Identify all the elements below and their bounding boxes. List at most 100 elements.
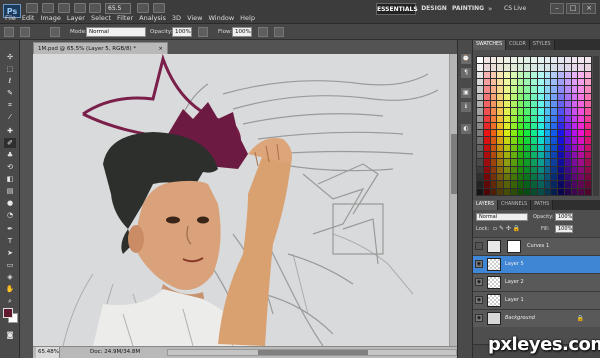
swatch-cell[interactable] — [490, 188, 497, 195]
marquee-tool-icon[interactable]: ⬚ — [4, 64, 16, 74]
swatch-cell[interactable] — [564, 174, 571, 181]
swatch-cell[interactable] — [544, 93, 551, 100]
menu-window[interactable]: Window — [209, 14, 235, 22]
swatch-cell[interactable] — [477, 78, 483, 86]
quick-mask-icon[interactable]: ◙ — [4, 330, 16, 340]
swatch-cell[interactable] — [531, 159, 537, 166]
swatch-cell[interactable] — [585, 86, 591, 93]
swatch-cell[interactable] — [551, 137, 558, 144]
swatch-cell[interactable] — [551, 93, 558, 100]
tab-styles[interactable]: STYLES — [529, 40, 555, 50]
document-canvas[interactable] — [33, 54, 449, 346]
swatch-cell[interactable] — [490, 122, 497, 130]
opacity-field[interactable]: 100% — [172, 27, 192, 37]
swatch-cell[interactable] — [578, 57, 585, 64]
swatch-cell[interactable] — [585, 144, 591, 152]
tab-color[interactable]: COLOR — [506, 40, 530, 50]
swatch-cell[interactable] — [497, 181, 504, 188]
brush-tool-icon[interactable] — [4, 27, 14, 37]
tab-paths[interactable]: PATHS — [531, 200, 554, 210]
swatch-cell[interactable] — [544, 78, 551, 86]
layer-row-layer-1[interactable]: ◉ Layer 1 — [473, 291, 600, 309]
swatch-cell[interactable] — [517, 57, 524, 64]
swatch-cell[interactable] — [537, 115, 544, 122]
swatch-cell[interactable] — [504, 152, 510, 159]
swatch-cell[interactable] — [490, 57, 497, 64]
swatch-cell[interactable] — [490, 130, 497, 137]
swatch-cell[interactable] — [571, 115, 578, 122]
swatch-cell[interactable] — [477, 166, 483, 174]
swatch-cell[interactable] — [585, 137, 591, 144]
swatch-cell[interactable] — [504, 93, 510, 100]
swatch-cell[interactable] — [524, 188, 531, 195]
swatch-cell[interactable] — [490, 144, 497, 152]
swatch-cell[interactable] — [524, 100, 531, 108]
swatch-cell[interactable] — [504, 115, 510, 122]
swatch-cell[interactable] — [504, 71, 510, 78]
swatch-cell[interactable] — [558, 100, 564, 108]
swatch-cell[interactable] — [537, 64, 544, 71]
swatch-cell[interactable] — [571, 100, 578, 108]
swatch-cell[interactable] — [483, 115, 490, 122]
airbrush-icon[interactable] — [258, 27, 268, 37]
swatch-cell[interactable] — [564, 188, 571, 195]
swatch-cell[interactable] — [497, 64, 504, 71]
swatch-cell[interactable] — [477, 181, 483, 188]
swatch-cell[interactable] — [524, 93, 531, 100]
swatch-cell[interactable] — [490, 108, 497, 115]
swatch-cell[interactable] — [497, 166, 504, 174]
swatch-cell[interactable] — [510, 122, 517, 130]
swatch-cell[interactable] — [483, 159, 490, 166]
swatch-cell[interactable] — [510, 64, 517, 71]
swatch-cell[interactable] — [551, 71, 558, 78]
swatch-cell[interactable] — [497, 115, 504, 122]
swatch-cell[interactable] — [510, 174, 517, 181]
swatch-cell[interactable] — [483, 130, 490, 137]
swatch-cell[interactable] — [537, 188, 544, 195]
swatch-cell[interactable] — [537, 130, 544, 137]
swatch-cell[interactable] — [524, 78, 531, 86]
swatch-cell[interactable] — [551, 174, 558, 181]
swatch-cell[interactable] — [531, 64, 537, 71]
swatch-cell[interactable] — [504, 100, 510, 108]
swatch-cell[interactable] — [571, 57, 578, 64]
swatch-cell[interactable] — [483, 122, 490, 130]
swatch-cell[interactable] — [551, 100, 558, 108]
swatch-cell[interactable] — [483, 71, 490, 78]
swatch-cell[interactable] — [477, 115, 483, 122]
arrange-documents-icon[interactable] — [137, 3, 149, 13]
swatch-cell[interactable] — [510, 86, 517, 93]
swatch-cell[interactable] — [558, 181, 564, 188]
swatch-cell[interactable] — [517, 166, 524, 174]
swatch-cell[interactable] — [483, 93, 490, 100]
swatch-cell[interactable] — [517, 86, 524, 93]
swatch-cell[interactable] — [497, 174, 504, 181]
swatch-cell[interactable] — [564, 100, 571, 108]
swatch-cell[interactable] — [564, 86, 571, 93]
swatch-cell[interactable] — [531, 86, 537, 93]
swatch-cell[interactable] — [477, 93, 483, 100]
swatch-cell[interactable] — [524, 71, 531, 78]
swatch-cell[interactable] — [558, 115, 564, 122]
swatch-cell[interactable] — [517, 188, 524, 195]
zoom-status-field[interactable]: 65.48% — [36, 347, 60, 358]
mini-bridge-icon[interactable] — [42, 3, 54, 13]
swatch-cell[interactable] — [571, 78, 578, 86]
swatch-cell[interactable] — [531, 115, 537, 122]
swatch-cell[interactable] — [504, 166, 510, 174]
swatch-cell[interactable] — [544, 130, 551, 137]
swatch-cell[interactable] — [564, 57, 571, 64]
swatch-cell[interactable] — [477, 130, 483, 137]
brush-panel-toggle-icon[interactable] — [50, 27, 60, 37]
swatch-cell[interactable] — [497, 122, 504, 130]
layer-row-layer-2[interactable]: ◉ Layer 2 — [473, 273, 600, 291]
menu-select[interactable]: Select — [91, 14, 111, 22]
swatch-cell[interactable] — [517, 115, 524, 122]
swatch-cell[interactable] — [558, 93, 564, 100]
swatch-cell[interactable] — [504, 64, 510, 71]
swatch-cell[interactable] — [544, 100, 551, 108]
swatch-cell[interactable] — [490, 137, 497, 144]
eraser-tool-icon[interactable]: ◧ — [4, 174, 16, 184]
swatch-cell[interactable] — [490, 115, 497, 122]
swatch-cell[interactable] — [497, 57, 504, 64]
